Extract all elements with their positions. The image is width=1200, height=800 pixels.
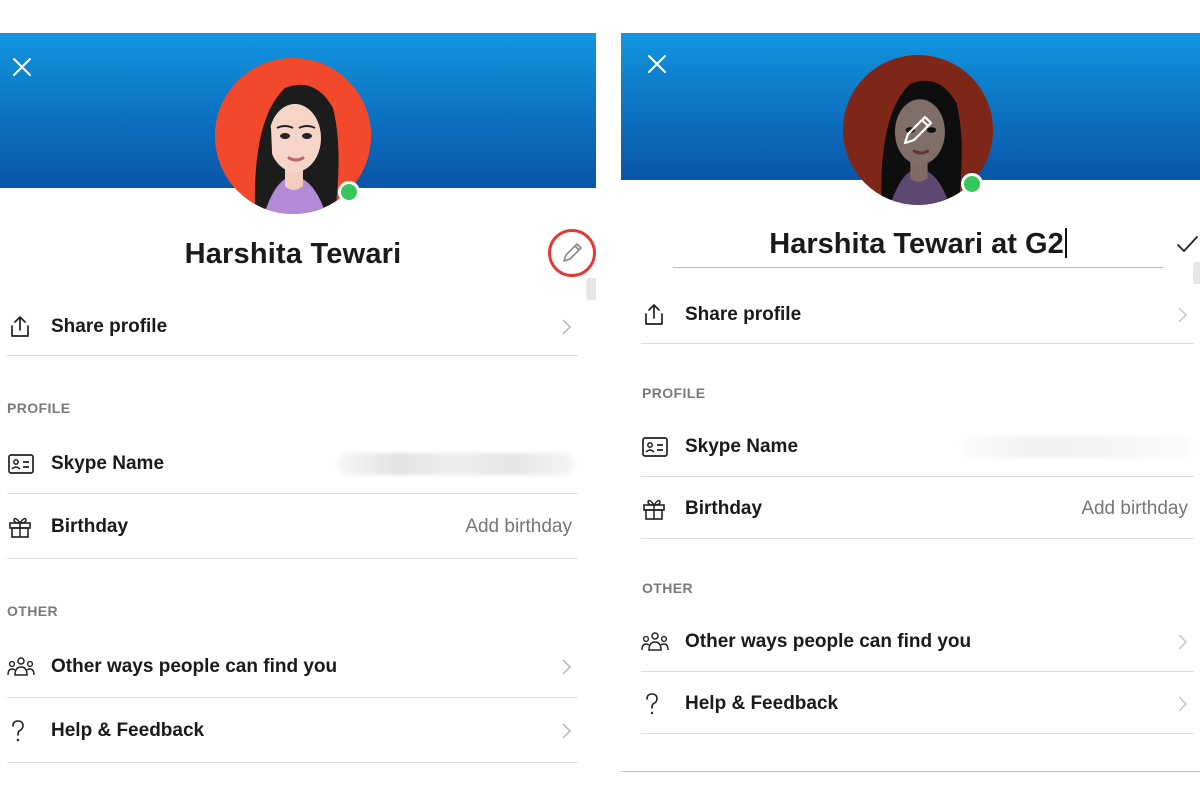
checkmark-icon — [1177, 236, 1198, 252]
text-caret — [1064, 228, 1067, 258]
other-ways-label: Other ways people can find you — [51, 655, 338, 677]
people-group-icon — [641, 626, 673, 658]
close-button[interactable] — [643, 50, 671, 78]
people-group-icon — [7, 651, 39, 683]
display-name-input[interactable]: Harshita Tewari at G2 — [673, 228, 1163, 268]
share-profile-label: Share profile — [51, 315, 168, 337]
confirm-name-button[interactable] — [1173, 230, 1200, 258]
section-heading-other: OTHER — [642, 580, 693, 596]
chevron-right-icon — [556, 317, 576, 337]
section-heading-other: OTHER — [7, 603, 58, 619]
birthday-label: Birthday — [685, 497, 763, 519]
section-heading-profile: PROFILE — [7, 400, 71, 416]
gift-icon — [7, 511, 39, 543]
other-ways-label: Other ways people can find you — [685, 630, 972, 652]
add-birthday-value[interactable]: Add birthday — [1081, 498, 1188, 520]
side-scroll-tab[interactable] — [586, 278, 596, 300]
other-ways-row[interactable]: Other ways people can find you — [641, 612, 1194, 672]
chevron-right-icon — [556, 657, 576, 677]
skype-name-label: Skype Name — [51, 452, 165, 474]
chevron-right-icon — [1172, 694, 1192, 714]
profile-display-name: Harshita Tewari — [184, 238, 402, 270]
birthday-row[interactable]: Birthday Add birthday — [641, 479, 1194, 539]
other-ways-row[interactable]: Other ways people can find you — [7, 636, 578, 698]
share-profile-row[interactable]: Share profile — [7, 298, 578, 356]
chevron-right-icon — [1172, 305, 1192, 325]
help-feedback-row[interactable]: Help & Feedback — [641, 674, 1194, 734]
share-icon — [641, 299, 673, 331]
side-scroll-tab[interactable] — [1193, 262, 1200, 284]
help-feedback-label: Help & Feedback — [685, 692, 839, 714]
bottom-divider — [621, 771, 1200, 772]
birthday-row[interactable]: Birthday Add birthday — [7, 496, 578, 559]
close-icon — [648, 55, 666, 73]
gift-icon — [641, 493, 673, 525]
edit-name-button[interactable] — [548, 229, 596, 277]
profile-panel-view: Harshita Tewari Share profile PROFILE Sk… — [0, 0, 596, 800]
presence-online-indicator — [961, 173, 983, 195]
question-mark-icon — [7, 715, 39, 747]
profile-panel-edit: Harshita Tewari at G2 Share profile PROF… — [621, 0, 1200, 800]
pencil-icon — [898, 110, 938, 150]
id-card-icon — [7, 448, 39, 480]
add-birthday-value[interactable]: Add birthday — [465, 516, 572, 538]
help-feedback-row[interactable]: Help & Feedback — [7, 700, 578, 763]
presence-online-indicator — [338, 181, 360, 203]
skype-name-label: Skype Name — [685, 436, 799, 457]
id-card-icon — [641, 431, 673, 463]
close-icon — [13, 58, 31, 76]
share-icon — [7, 311, 39, 343]
help-feedback-label: Help & Feedback — [51, 720, 205, 741]
birthday-label: Birthday — [51, 516, 129, 537]
skype-name-value-redacted — [962, 436, 1192, 458]
skype-name-row[interactable]: Skype Name — [641, 418, 1194, 477]
skype-name-row[interactable]: Skype Name — [7, 434, 578, 494]
share-profile-row[interactable]: Share profile — [641, 287, 1194, 344]
question-mark-icon — [641, 688, 673, 720]
display-name-input-value: Harshita Tewari at G2 — [769, 228, 1064, 260]
chevron-right-icon — [556, 721, 576, 741]
chevron-right-icon — [1172, 632, 1192, 652]
skype-name-value-redacted — [336, 452, 576, 475]
section-heading-profile: PROFILE — [642, 385, 706, 401]
close-button[interactable] — [8, 53, 36, 81]
pencil-icon — [563, 243, 582, 262]
share-profile-label: Share profile — [685, 304, 802, 325]
